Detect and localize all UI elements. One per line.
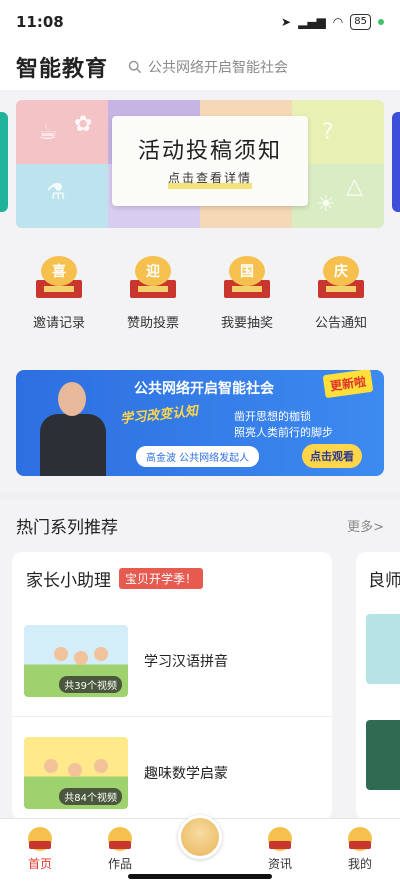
card-badge: 宝贝开学季！ <box>119 568 204 589</box>
quick-item-sponsor-vote[interactable]: 迎 赞助投票 <box>113 256 193 331</box>
news-icon <box>268 827 292 851</box>
app-header: 智能教育 公共网络开启智能社会 <box>0 44 400 90</box>
home-icon <box>28 827 52 851</box>
festival-icon: 喜 <box>36 256 82 302</box>
quick-item-label: 我要抽奖 <box>220 316 273 331</box>
promo-update-tag: 更新啦 <box>322 370 374 399</box>
banner-title: 活动投稿须知 <box>137 139 282 164</box>
quick-item-announcements[interactable]: 庆 公告通知 <box>301 256 381 331</box>
quick-item-invite-records[interactable]: 喜 邀请记录 <box>19 256 99 331</box>
festival-icon: 庆 <box>318 256 364 302</box>
search-input[interactable]: 公共网络开启智能社会 <box>128 57 288 77</box>
series-name: 学习汉语拼音 <box>144 653 228 670</box>
status-bar: 11:08 ➤ ▂▄▆ ◠ 85 <box>0 0 400 44</box>
tab-label: 资讯 <box>267 857 292 871</box>
promo-line-2: 照亮人类前行的脚步 <box>234 426 333 439</box>
card-title[interactable]: 家长小助理 <box>26 566 111 591</box>
promo-title: 公共网络开启智能社会 <box>134 381 274 397</box>
card-title: 良师 <box>368 571 400 591</box>
list-item[interactable]: 共84个视频 趣味数学启蒙 <box>12 717 332 820</box>
status-time: 11:08 <box>16 13 64 31</box>
video-thumbnail <box>366 720 400 790</box>
series-name: 趣味数学启蒙 <box>144 765 228 782</box>
more-link[interactable]: 更多> <box>347 516 384 535</box>
search-placeholder: 公共网络开启智能社会 <box>148 60 289 76</box>
banner-card: 活动投稿须知 点击查看详情 <box>112 116 308 206</box>
promo-slogan: 学习改变认知 <box>119 403 199 428</box>
promo-speaker: 高金波 公共网络发起人 <box>136 446 260 467</box>
question-icon: ? <box>322 120 334 145</box>
promo-line-1: 凿开思想的枷锁 <box>234 410 311 423</box>
video-count: 共39个视频 <box>59 675 122 693</box>
cup-icon: ☕ <box>38 120 58 145</box>
video-thumbnail: 共39个视频 <box>24 624 128 697</box>
home-indicator <box>128 874 272 879</box>
flask-icon: ⚗ <box>46 180 66 205</box>
flower-icon: ✿ <box>74 112 93 137</box>
tab-works[interactable]: 作品 <box>90 827 150 872</box>
quick-nav: 喜 邀请记录 迎 赞助投票 国 我要抽奖 庆 公告通知 <box>0 256 400 331</box>
tab-label: 作品 <box>107 857 132 871</box>
speaker-photo <box>38 378 108 476</box>
banner-subtitle: 点击查看详情 <box>167 172 252 189</box>
brand-title: 智能教育 <box>16 57 109 82</box>
festival-icon: 国 <box>224 256 270 302</box>
video-thumbnail: 共84个视频 <box>24 736 128 809</box>
signal-icon: ▂▄▆ <box>298 15 326 29</box>
festival-icon: 迎 <box>130 256 176 302</box>
quick-item-label: 公告通知 <box>314 316 367 331</box>
tab-label: 我的 <box>347 857 372 871</box>
location-icon: ➤ <box>281 15 292 29</box>
tab-news[interactable]: 资讯 <box>250 827 310 872</box>
status-dot <box>378 19 384 25</box>
tab-mine[interactable]: 我的 <box>330 827 390 872</box>
quick-item-label: 赞助投票 <box>126 316 179 331</box>
quick-item-label: 邀请记录 <box>32 316 85 331</box>
video-thumbnail <box>366 614 400 684</box>
banner-prev-peek[interactable] <box>0 112 8 212</box>
promo-banner[interactable]: 公共网络开启智能社会 更新啦 学习改变认知 凿开思想的枷锁 照亮人类前行的脚步 … <box>16 370 384 476</box>
search-icon <box>128 60 142 74</box>
battery-icon: 85 <box>350 14 371 30</box>
triangle-icon: △ <box>346 174 363 199</box>
wifi-icon: ◠ <box>332 15 344 29</box>
series-card-parent-assistant: 家长小助理 宝贝开学季！ 共39个视频 学习汉语拼音 共84个视频 趣味数学启蒙 <box>12 552 332 820</box>
video-count: 共84个视频 <box>59 787 122 805</box>
quick-item-lottery[interactable]: 国 我要抽奖 <box>207 256 287 331</box>
status-icons: ➤ ▂▄▆ ◠ 85 <box>281 14 384 30</box>
works-icon <box>108 827 132 851</box>
banner-next-peek[interactable] <box>392 112 400 212</box>
series-card-peek[interactable]: 良师 <box>356 552 400 820</box>
sun-icon: ☀ <box>316 192 336 217</box>
card-header: 家长小助理 宝贝开学季！ <box>12 552 332 605</box>
divider <box>0 492 400 500</box>
list-item[interactable]: 共39个视频 学习汉语拼音 <box>12 605 332 717</box>
promo-watch-button[interactable]: 点击观看 <box>302 444 362 468</box>
section-header: 热门系列推荐 更多> <box>0 500 400 550</box>
activity-banner[interactable]: ☕ ✿ ⚗ ? △ ☀ 活动投稿须知 点击查看详情 <box>16 100 384 228</box>
tab-label: 首页 <box>27 857 52 871</box>
profile-icon <box>348 827 372 851</box>
center-action-button[interactable] <box>178 815 222 859</box>
section-title: 热门系列推荐 <box>16 517 118 538</box>
tab-home[interactable]: 首页 <box>10 827 70 872</box>
